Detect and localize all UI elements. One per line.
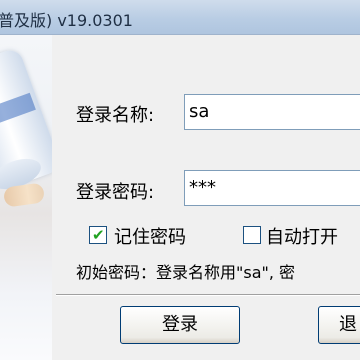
password-field[interactable]: ***: [184, 170, 360, 206]
exit-button[interactable]: 退: [318, 306, 360, 344]
auto-open-checkbox[interactable]: [243, 226, 261, 244]
password-label: 登录密码:: [76, 182, 155, 203]
remember-password-checkbox[interactable]: ✔: [89, 226, 107, 244]
product-image: [0, 35, 52, 360]
divider: [56, 294, 360, 296]
title-bar[interactable]: 普及版) v19.0301: [0, 0, 360, 35]
initial-password-hint: 初始密码：登录名称用"sa", 密: [76, 263, 296, 282]
username-field[interactable]: sa: [184, 94, 360, 130]
login-button[interactable]: 登录: [120, 306, 240, 344]
remember-password-label[interactable]: 记住密码: [114, 223, 186, 249]
checkmark-icon: ✔: [92, 226, 105, 244]
auto-open-label[interactable]: 自动打开: [266, 223, 338, 249]
window-title: 普及版) v19.0301: [0, 11, 133, 30]
username-label: 登录名称:: [76, 105, 155, 126]
